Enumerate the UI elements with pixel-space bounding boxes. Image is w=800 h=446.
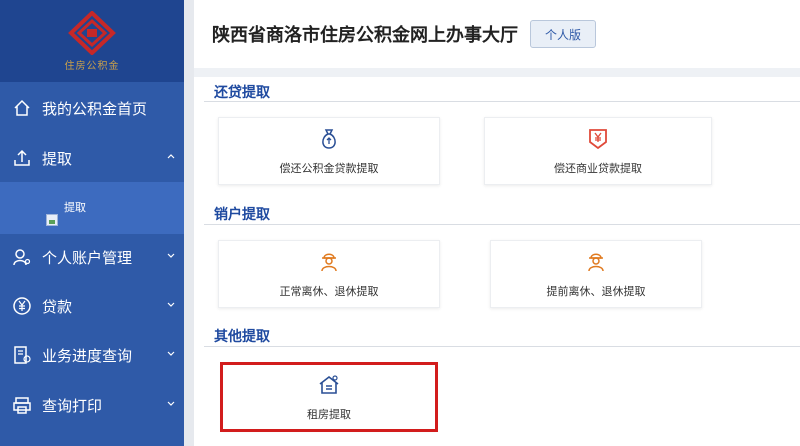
main-content: 陕西省商洛市住房公积金网上办事大厅 个人版 还贷提取 偿还公积金贷款提取 偿还商… [194, 0, 800, 446]
sidebar-subitem-withdraw[interactable]: 提取 [64, 199, 86, 215]
card-early-retire[interactable]: 提前离休、退休提取 [490, 240, 702, 308]
sidebar-item-label: 个人账户管理 [42, 248, 133, 267]
chevron-down-icon [167, 253, 175, 258]
section-title-loan-repay: 还贷提取 [214, 85, 270, 101]
sidebar-item-print[interactable]: 查询打印 [0, 381, 184, 429]
chevron-down-icon [167, 302, 175, 307]
page-title: 陕西省商洛市住房公积金网上办事大厅 [212, 25, 518, 46]
card-label: 偿还公积金贷款提取 [279, 162, 379, 175]
progress-doc-icon [12, 345, 32, 365]
user-settings-icon [12, 247, 32, 267]
upload-icon [12, 148, 32, 168]
printer-icon [12, 395, 32, 415]
logo-text: 住房公积金 [64, 60, 120, 72]
section-title-other: 其他提取 [214, 329, 270, 345]
home-icon [12, 98, 32, 118]
highlight-box [220, 362, 438, 432]
sidebar: 住房公积金 我的公积金首页 提取 提取 个人账户管理 贷款 业务进度查询 查询打… [0, 0, 184, 446]
logo-mark-icon [68, 10, 116, 55]
sidebar-item-home[interactable]: 我的公积金首页 [0, 84, 184, 132]
sidebar-item-withdraw[interactable]: 提取 [0, 134, 184, 182]
chevron-down-icon [167, 351, 175, 356]
sidebar-item-progress[interactable]: 业务进度查询 [0, 331, 184, 379]
sidebar-item-label: 提取 [42, 149, 73, 168]
retiree-icon [583, 249, 609, 275]
card-label: 偿还商业贷款提取 [554, 162, 642, 175]
section-title-close-account: 销户提取 [214, 207, 270, 223]
section-divider [204, 224, 800, 225]
section-divider [204, 101, 800, 102]
yen-badge-icon [585, 126, 611, 152]
sidebar-item-label: 查询打印 [42, 396, 103, 415]
retiree-icon [316, 249, 342, 275]
money-bag-icon [316, 126, 342, 152]
logo: 住房公积金 [0, 0, 184, 82]
sidebar-item-label: 贷款 [42, 297, 73, 316]
header-divider [194, 68, 800, 77]
chevron-up-icon [167, 154, 175, 159]
card-repay-fund-loan[interactable]: 偿还公积金贷款提取 [218, 117, 440, 185]
sidebar-item-label: 业务进度查询 [42, 346, 133, 365]
card-repay-commercial-loan[interactable]: 偿还商业贷款提取 [484, 117, 712, 185]
sidebar-scrollbar[interactable] [184, 0, 194, 446]
sidebar-submenu: 提取 [0, 182, 184, 234]
card-label: 提前离休、退休提取 [546, 285, 646, 298]
card-normal-retire[interactable]: 正常离休、退休提取 [218, 240, 440, 308]
section-divider [204, 346, 800, 347]
sidebar-item-account[interactable]: 个人账户管理 [0, 233, 184, 281]
header: 陕西省商洛市住房公积金网上办事大厅 个人版 [194, 0, 800, 68]
card-label: 正常离休、退休提取 [279, 285, 379, 298]
broken-image-icon [46, 214, 58, 226]
yen-coin-icon [12, 296, 32, 316]
version-button[interactable]: 个人版 [530, 20, 597, 48]
sidebar-item-loan[interactable]: 贷款 [0, 282, 184, 330]
sidebar-item-label: 我的公积金首页 [42, 99, 148, 118]
chevron-down-icon [167, 401, 175, 406]
